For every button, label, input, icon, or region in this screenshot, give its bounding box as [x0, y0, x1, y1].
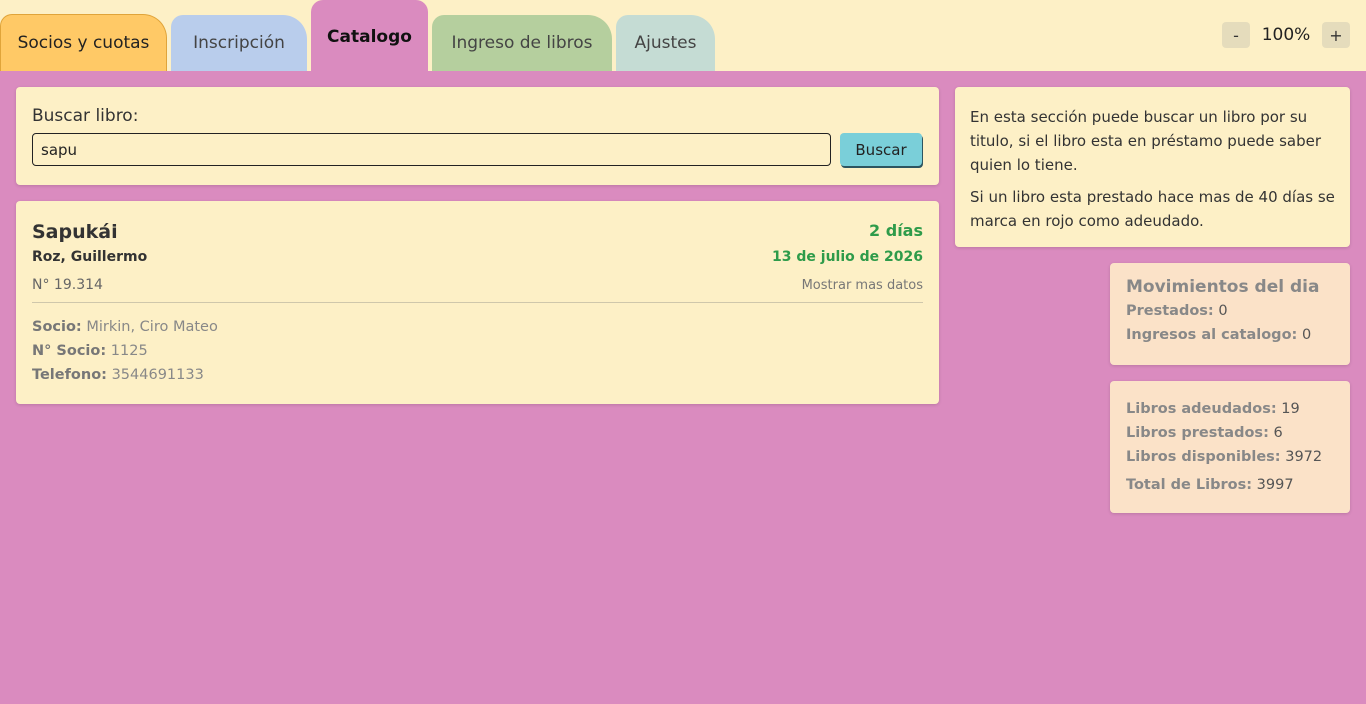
info-card: En esta sección puede buscar un libro po… — [955, 87, 1350, 247]
borrower-phone: 3544691133 — [111, 367, 204, 383]
total-books-label: Total de Libros: — [1126, 477, 1253, 493]
loaned-books-row: Libros prestados: 6 — [1126, 421, 1334, 445]
loan-days: 2 días — [869, 221, 923, 240]
zoom-in-button[interactable]: + — [1322, 22, 1350, 48]
borrower-number-label: N° Socio: — [32, 343, 107, 359]
available-books-label: Libros disponibles: — [1126, 449, 1281, 465]
borrower-phone-row: Telefono: 3544691133 — [32, 363, 923, 387]
search-card: Buscar libro: Buscar — [16, 87, 939, 185]
tab-label: Inscripción — [193, 33, 285, 53]
daily-movements-title: Movimientos del dia — [1126, 277, 1320, 297]
borrower-number: 1125 — [110, 343, 148, 359]
total-books-row: Total de Libros: 3997 — [1126, 473, 1334, 497]
catalog-additions-row: Ingresos al catalogo: 0 — [1126, 323, 1334, 347]
loans-today-value: 0 — [1218, 303, 1228, 319]
zoom-control: - 100% + — [1222, 22, 1350, 48]
book-result-card: Sapukái 2 días Roz, Guillermo 13 de juli… — [16, 201, 939, 404]
show-more-link[interactable]: Mostrar mas datos — [802, 278, 923, 293]
loans-today-label: Prestados: — [1126, 303, 1214, 319]
loaned-books-value: 6 — [1273, 425, 1283, 441]
catalog-additions-label: Ingresos al catalogo: — [1126, 327, 1298, 343]
borrower-details: Socio: Mirkin, Ciro Mateo N° Socio: 1125… — [32, 315, 923, 387]
tab-ingreso-libros[interactable]: Ingreso de libros — [432, 15, 612, 71]
borrower-number-row: N° Socio: 1125 — [32, 339, 923, 363]
tab-label: Catalogo — [327, 27, 412, 47]
catalog-additions-value: 0 — [1301, 327, 1312, 343]
zoom-level: 100% — [1261, 25, 1311, 45]
available-books-row: Libros disponibles: 3972 — [1126, 445, 1334, 469]
tab-ajustes[interactable]: Ajustes — [616, 15, 715, 71]
book-number: N° 19.314 — [32, 277, 103, 293]
tab-catalogo[interactable]: Catalogo — [311, 0, 428, 71]
borrower-phone-label: Telefono: — [32, 367, 107, 383]
main-panel: Buscar libro: Buscar Sapukái 2 días Roz,… — [0, 71, 1366, 704]
book-title: Sapukái — [32, 221, 118, 243]
search-button[interactable]: Buscar — [840, 133, 922, 166]
tab-socios[interactable]: Socios y cuotas — [0, 14, 167, 71]
total-books-value: 3997 — [1256, 477, 1294, 493]
search-label: Buscar libro: — [32, 106, 139, 126]
available-books-value: 3972 — [1285, 449, 1323, 465]
borrower-name: Mirkin, Ciro Mateo — [86, 319, 218, 335]
tab-label: Ajustes — [634, 33, 697, 53]
overdue-books-value: 19 — [1281, 401, 1300, 417]
loaned-books-label: Libros prestados: — [1126, 425, 1269, 441]
tab-label: Socios y cuotas — [17, 33, 150, 53]
info-paragraph-1: En esta sección puede buscar un libro po… — [970, 108, 1321, 174]
loans-today-row: Prestados: 0 — [1126, 299, 1334, 323]
library-stats-card: Libros adeudados: 19 Libros prestados: 6… — [1110, 381, 1350, 513]
zoom-out-button[interactable]: - — [1222, 22, 1250, 48]
daily-movements-card: Movimientos del dia Prestados: 0 Ingreso… — [1110, 263, 1350, 365]
overdue-books-label: Libros adeudados: — [1126, 401, 1277, 417]
borrower-name-label: Socio: — [32, 319, 82, 335]
tab-bar: Socios y cuotas Inscripción Catalogo Ing… — [0, 0, 1366, 71]
borrower-name-row: Socio: Mirkin, Ciro Mateo — [32, 315, 923, 339]
book-author: Roz, Guillermo — [32, 249, 148, 265]
tab-inscripcion[interactable]: Inscripción — [171, 15, 307, 71]
tab-label: Ingreso de libros — [451, 33, 593, 53]
overdue-books-row: Libros adeudados: 19 — [1126, 397, 1334, 421]
loan-date: 13 de julio de 2026 — [772, 249, 923, 265]
info-paragraph-2: Si un libro esta prestado hace mas de 40… — [970, 188, 1335, 230]
search-input[interactable] — [32, 133, 831, 166]
